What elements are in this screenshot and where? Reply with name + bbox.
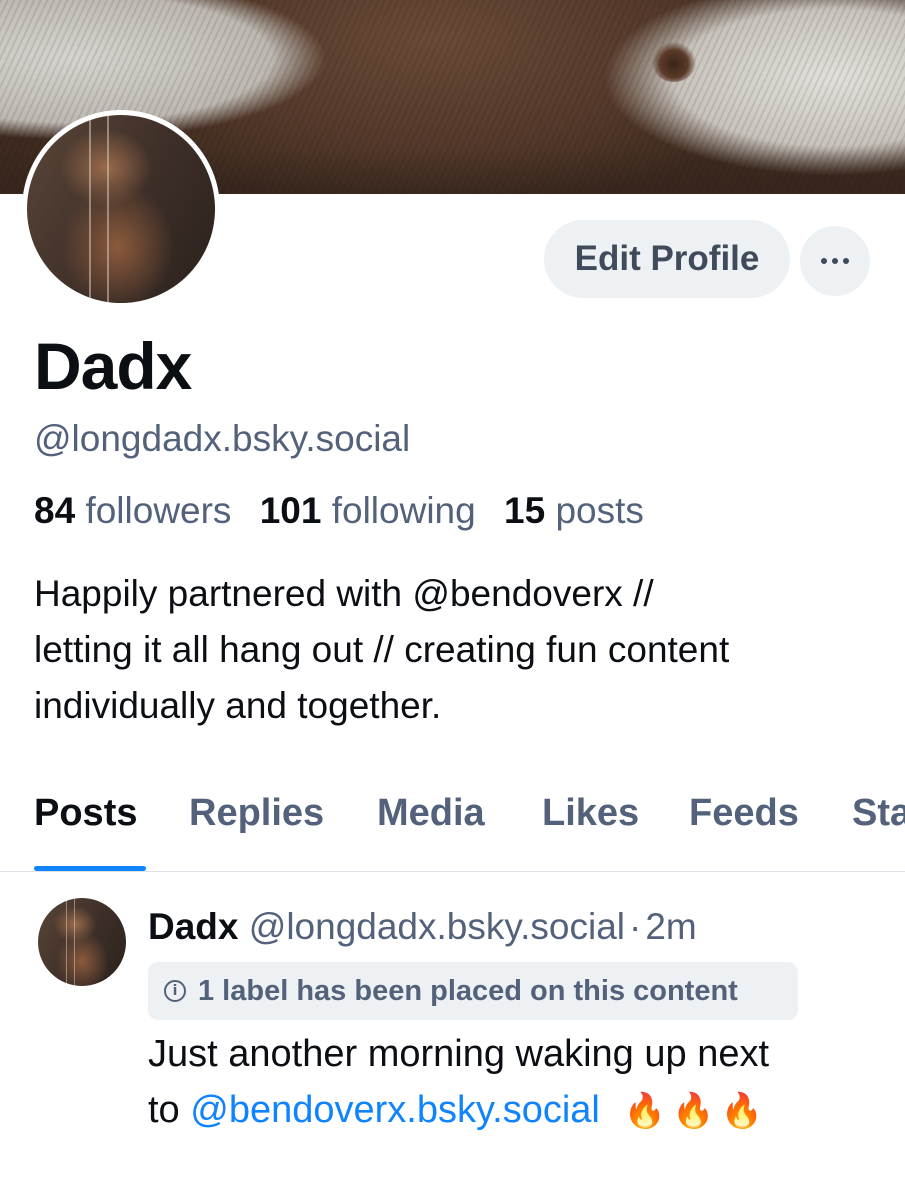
post-text-line: Just another morning waking up next (148, 1033, 770, 1075)
posts-count: 15 (504, 490, 546, 531)
profile-tabs: Posts Replies Media Likes Feeds Sta (0, 790, 905, 872)
followers-label: followers (85, 490, 232, 531)
post-timestamp[interactable]: 2m (645, 906, 696, 947)
following-label: following (331, 490, 476, 531)
edit-profile-button[interactable]: Edit Profile (544, 220, 790, 298)
tab-feeds[interactable]: Feeds (689, 792, 799, 835)
posts-label: posts (555, 490, 644, 531)
tab-replies[interactable]: Replies (189, 792, 324, 835)
active-tab-indicator (34, 866, 146, 871)
followers-count: 84 (34, 490, 76, 531)
content-label-notice[interactable]: i 1 label has been placed on this conten… (148, 962, 798, 1020)
bio-line: letting it all hang out // creating fun … (34, 629, 730, 670)
ellipsis-icon (843, 258, 849, 264)
avatar-mirror-edge (89, 115, 91, 303)
tab-media[interactable]: Media (377, 792, 485, 835)
post-text-line-2: to @bendoverx.bsky.social 🔥🔥🔥 (148, 1082, 888, 1139)
post-author-handle[interactable]: @longdadx.bsky.social (249, 906, 625, 947)
following-count: 101 (259, 490, 322, 531)
bio-line: Happily partnered with @bendoverx // (34, 573, 654, 614)
tab-starter-packs[interactable]: Sta (852, 792, 905, 835)
following-link[interactable]: 101 following (260, 490, 476, 531)
avatar-mirror-edge (107, 115, 109, 303)
post-body: Just another morning waking up next to @… (148, 1026, 888, 1139)
profile-handle: @longdadx.bsky.social (34, 418, 411, 459)
post-mention-link[interactable]: @bendoverx.bsky.social (190, 1089, 600, 1131)
post-author-avatar[interactable] (38, 898, 126, 986)
fire-emoji-icon: 🔥🔥🔥 (623, 1091, 769, 1131)
profile-avatar-image (27, 115, 215, 303)
posts-stat: 15 posts (504, 490, 644, 531)
info-icon: i (164, 980, 186, 1002)
display-name: Dadx (34, 329, 192, 403)
profile-stats: 84 followers 101 following 15 posts (34, 490, 644, 532)
ellipsis-icon (832, 258, 838, 264)
profile-avatar[interactable] (22, 110, 220, 308)
post-separator: · (629, 906, 642, 947)
tab-likes[interactable]: Likes (542, 792, 639, 835)
avatar-mirror-edge (66, 898, 67, 986)
followers-link[interactable]: 84 followers (34, 490, 231, 531)
post-author-name[interactable]: Dadx (148, 906, 238, 947)
post-text-prefix: to (148, 1089, 191, 1131)
tab-posts[interactable]: Posts (34, 792, 137, 835)
post-header: Dadx @longdadx.bsky.social · 2m (148, 906, 697, 948)
more-options-button[interactable] (800, 226, 870, 296)
ellipsis-icon (821, 258, 827, 264)
avatar-mirror-edge (74, 898, 75, 986)
profile-bio: Happily partnered with @bendoverx // let… (34, 566, 884, 734)
bio-line: individually and together. (34, 685, 442, 726)
content-label-text: 1 label has been placed on this content (198, 974, 738, 1007)
banner-detail (652, 42, 696, 82)
